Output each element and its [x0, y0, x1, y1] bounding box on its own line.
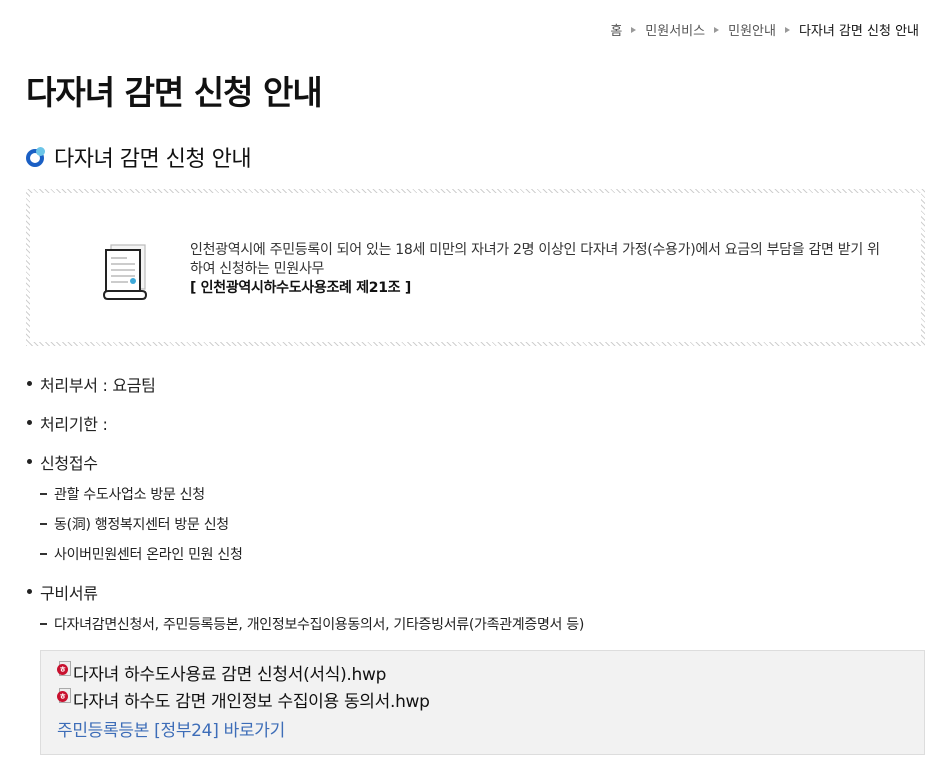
- file-name[interactable]: 다자녀 하수도 감면 개인정보 수집이용 동의서.hwp: [73, 687, 430, 712]
- file-name[interactable]: 다자녀 하수도사용료 감면 신청서(서식).hwp: [73, 660, 386, 685]
- hwp-file-icon: ㅎ: [57, 688, 72, 705]
- list-item-method: 동(洞) 행정복지센터 방문 신청: [26, 514, 926, 544]
- breadcrumb-current: 다자녀 감면 신청 안내: [798, 24, 919, 39]
- section-title: 다자녀 감면 신청 안내: [54, 147, 252, 172]
- info-text: 인천광역시에 주민등록이 되어 있는 18세 미만의 자녀가 2명 이상인 다자…: [190, 241, 890, 298]
- list-item-deadline: 처리기한 :: [26, 411, 926, 450]
- breadcrumb-arrow-icon: [631, 26, 637, 33]
- info-law-reference: [ 인천광역시하수도사용조례 제21조 ]: [190, 280, 411, 296]
- list-item-application: 신청접수: [26, 450, 926, 484]
- breadcrumb-civil-guide-link[interactable]: 민원안내: [728, 20, 776, 39]
- gov24-link[interactable]: 주민등록등본 [정부24] 바로가기: [57, 716, 924, 741]
- file-download-link[interactable]: ㅎ 다자녀 하수도사용료 감면 신청서(서식).hwp: [57, 659, 924, 686]
- list-item-department: 처리부서 : 요금팀: [26, 372, 926, 411]
- info-box: 인천광역시에 주민등록이 되어 있는 18세 미만의 자녀가 2명 이상인 다자…: [26, 189, 925, 346]
- breadcrumb: 홈 민원서비스 민원안내 다자녀 감면 신청 안내: [610, 20, 919, 39]
- breadcrumb-civil-service-link[interactable]: 민원서비스: [645, 20, 705, 39]
- info-description: 인천광역시에 주민등록이 되어 있는 18세 미만의 자녀가 2명 이상인 다자…: [190, 242, 880, 277]
- ring-bullet-icon: [26, 147, 46, 167]
- file-download-link[interactable]: ㅎ 다자녀 하수도 감면 개인정보 수집이용 동의서.hwp: [57, 686, 924, 713]
- download-box: ㅎ 다자녀 하수도사용료 감면 신청서(서식).hwp ㅎ 다자녀 하수도 감면…: [40, 650, 925, 755]
- hwp-file-icon: ㅎ: [57, 661, 72, 678]
- section-heading: 다자녀 감면 신청 안내: [26, 141, 252, 173]
- detail-list: 처리부서 : 요금팀 처리기한 : 신청접수 관할 수도사업소 방문 신청 동(…: [26, 372, 926, 644]
- breadcrumb-arrow-icon: [714, 26, 720, 33]
- page-title: 다자녀 감면 신청 안내: [26, 73, 323, 112]
- document-icon: [102, 244, 148, 300]
- list-item-method: 사이버민원센터 온라인 민원 신청: [26, 544, 926, 580]
- breadcrumb-arrow-icon: [784, 26, 790, 33]
- list-item-method: 관할 수도사업소 방문 신청: [26, 484, 926, 514]
- list-item-documents: 구비서류: [26, 580, 926, 614]
- breadcrumb-home-link[interactable]: 홈: [610, 20, 622, 39]
- list-item-document: 다자녀감면신청서, 주민등록등본, 개인정보수집이용동의서, 기타증빙서류(가족…: [26, 614, 926, 644]
